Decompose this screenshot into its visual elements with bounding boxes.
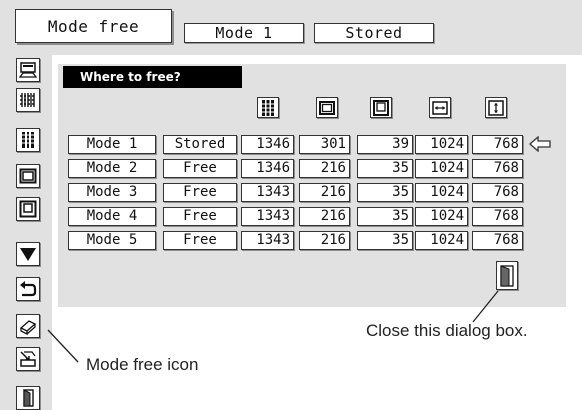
callout-lines	[47, 290, 499, 363]
close-dialog-callout: Close this dialog box.	[366, 321, 528, 340]
mode-free-icon-callout: Mode free icon	[86, 355, 199, 374]
